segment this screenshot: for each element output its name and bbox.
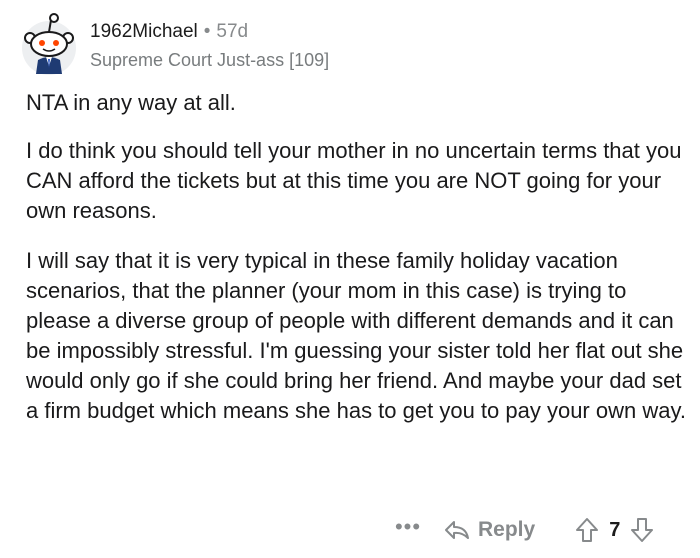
downvote-button[interactable] (630, 517, 654, 543)
downvote-arrow-icon (631, 518, 654, 542)
comment-header: 1962Michael • 57d Supreme Court Just-ass [… (20, 10, 680, 80)
reply-label: Reply (478, 518, 536, 541)
meta-separator: • (203, 21, 211, 42)
avatar[interactable] (20, 10, 78, 76)
upvote-button[interactable] (575, 517, 599, 543)
comment-age[interactable]: 57d (216, 21, 248, 42)
username-link[interactable]: 1962Michael (90, 21, 198, 42)
more-options-button[interactable]: ••• (392, 514, 424, 540)
comment-paragraph: I will say that it is very typical in th… (26, 248, 686, 423)
vote-score: 7 (609, 518, 621, 541)
comment-meta: 1962Michael • 57d Supreme Court Just-ass [… (90, 20, 329, 72)
comment-paragraph: NTA in any way at all. (26, 90, 236, 115)
comment-paragraph: I do think you should tell your mother i… (26, 138, 682, 223)
user-flair: Supreme Court Just-ass [109] (90, 50, 330, 70)
upvote-arrow-icon (576, 518, 599, 542)
reply-button[interactable]: Reply (444, 518, 535, 542)
comment-body: NTA in any way at all. I do think you sh… (26, 88, 686, 446)
reply-arrow-icon (445, 521, 469, 539)
snoo-avatar-icon (22, 13, 76, 75)
comment: 1962Michael • 57d Supreme Court Just-ass [… (0, 0, 700, 558)
comment-actions: ••• Reply 7 (380, 510, 690, 550)
